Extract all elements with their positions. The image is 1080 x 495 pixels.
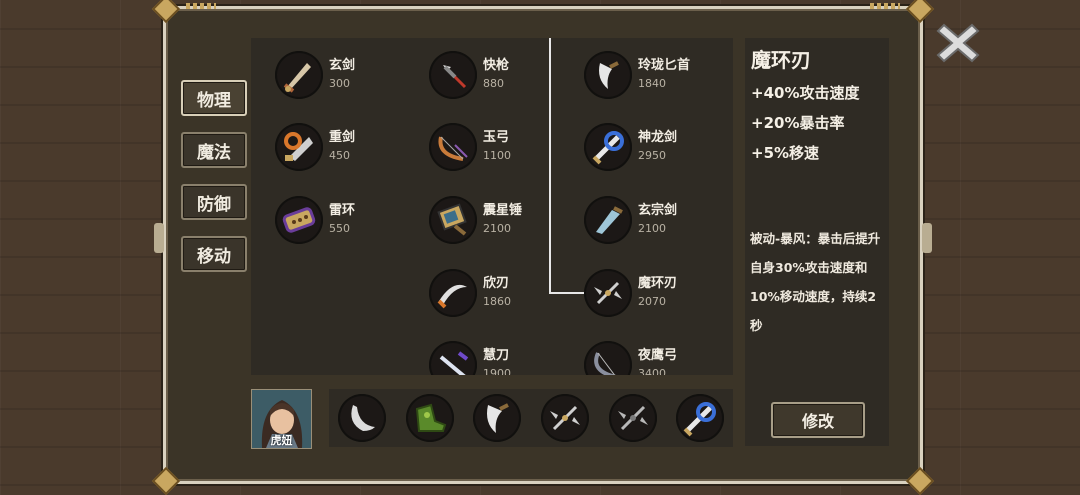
equip-slot[interactable] — [338, 394, 386, 442]
heavy-sword-icon — [275, 123, 323, 171]
item-name: 雷环 — [329, 203, 356, 218]
item-card[interactable]: 重剑 450 — [275, 121, 355, 173]
item-card[interactable]: 欣刃 1860 — [429, 267, 511, 319]
item-name: 欣刃 — [483, 276, 510, 291]
item-card[interactable]: 魔环刃 2070 — [584, 267, 677, 319]
upgrade-tree-line — [549, 292, 585, 294]
hammer-icon — [429, 196, 477, 244]
equipped-items-bar — [329, 389, 733, 447]
hero-portrait[interactable]: 虎妞 — [251, 389, 312, 449]
green-boots-icon — [415, 403, 447, 432]
item-price: 3400 — [638, 367, 666, 375]
item-price: 880 — [483, 77, 504, 90]
detail-title: 魔环刃 — [751, 48, 811, 72]
broad-sword-icon — [584, 196, 632, 244]
item-name: 玲珑匕首 — [638, 58, 691, 73]
item-price: 1100 — [483, 149, 511, 162]
item-price: 1860 — [483, 295, 511, 308]
scythe-blade-icon — [351, 405, 375, 431]
item-name: 快枪 — [483, 58, 510, 73]
detail-stat: +20%暴击率 — [751, 114, 845, 132]
tab-defense[interactable]: 防御 — [181, 184, 247, 220]
hero-name: 虎妞 — [270, 434, 293, 447]
item-name: 魔环刃 — [638, 276, 678, 291]
item-grid: 玄剑 300 重剑 450 雷环 550 快枪 880 玉弓 1100 震星锤 2100 — [251, 38, 733, 375]
dagger-icon — [584, 51, 632, 99]
item-name: 震星锤 — [483, 203, 523, 218]
dragon-sword-icon — [584, 123, 632, 171]
item-name: 玄宗剑 — [638, 203, 678, 218]
item-name: 神龙剑 — [638, 130, 678, 145]
sword-icon — [275, 51, 323, 99]
item-price: 2070 — [638, 295, 666, 308]
item-detail-panel: 魔环刃 +40%攻击速度 +20%暴击率 +5%移速 被动-暴风：暴击后提升自身… — [745, 38, 889, 446]
item-card[interactable]: 玲珑匕首 1840 — [584, 49, 690, 101]
equip-slot[interactable] — [473, 394, 521, 442]
equip-slot[interactable] — [406, 394, 454, 442]
detail-stat: +40%攻击速度 — [751, 84, 860, 102]
detail-stat: +5%移速 — [751, 144, 820, 162]
frame-side-ornament — [922, 223, 932, 253]
item-card[interactable]: 玄剑 300 — [275, 49, 355, 101]
upgrade-tree-line — [549, 38, 551, 294]
item-card[interactable]: 夜鹰弓 3400 — [584, 339, 677, 375]
detail-passive-text: 被动-暴风：暴击后提升自身30%攻击速度和10%移动速度，持续2秒 — [750, 231, 881, 333]
frame-corner-ornament — [151, 466, 181, 495]
close-icon — [936, 23, 980, 63]
close-button[interactable] — [935, 20, 981, 66]
frame-corner-ornament — [905, 0, 935, 24]
item-name: 慧刀 — [483, 348, 510, 363]
tab-physical[interactable]: 物理 — [181, 80, 247, 116]
tab-magic[interactable]: 魔法 — [181, 132, 247, 168]
item-card[interactable]: 神龙剑 2950 — [584, 121, 677, 173]
item-price: 2950 — [638, 149, 666, 162]
item-price: 550 — [329, 222, 350, 235]
frame-top-ornament — [186, 3, 216, 9]
item-card[interactable]: 震星锤 2100 — [429, 194, 522, 246]
katana-icon — [429, 341, 477, 375]
category-tabs: 物理 魔法 防御 移动 — [181, 80, 247, 288]
dragon-sword-icon — [683, 402, 716, 437]
item-price: 300 — [329, 77, 350, 90]
equip-slot[interactable] — [676, 394, 724, 442]
item-price: 1900 — [483, 367, 511, 375]
thunder-ring-icon — [275, 196, 323, 244]
equip-slot[interactable] — [541, 394, 589, 442]
equip-slot[interactable] — [609, 394, 657, 442]
item-card[interactable]: 慧刀 1900 — [429, 339, 511, 375]
item-price: 450 — [329, 149, 350, 162]
frame-side-ornament — [154, 223, 164, 253]
ring-blade-icon — [550, 405, 580, 431]
item-card[interactable]: 玄宗剑 2100 — [584, 194, 677, 246]
item-name: 玉弓 — [483, 130, 510, 145]
item-price: 1840 — [638, 77, 666, 90]
item-name: 重剑 — [329, 130, 356, 145]
night-bow-icon — [584, 341, 632, 375]
frame-corner-ornament — [151, 0, 181, 24]
tab-movement[interactable]: 移动 — [181, 236, 247, 272]
modify-button[interactable]: 修改 — [771, 402, 865, 438]
dagger-icon — [487, 403, 509, 433]
item-card[interactable]: 雷环 550 — [275, 194, 355, 246]
item-card[interactable]: 快枪 880 — [429, 49, 509, 101]
frame-corner-ornament — [905, 466, 935, 495]
jade-bow-icon — [429, 123, 477, 171]
item-price: 2100 — [483, 222, 511, 235]
curved-blade-icon — [429, 269, 477, 317]
item-price: 2100 — [638, 222, 666, 235]
frame-top-ornament — [870, 3, 900, 9]
ring-blade-icon — [584, 269, 632, 317]
ring-blade-icon — [618, 405, 648, 431]
spear-icon — [429, 51, 477, 99]
item-card[interactable]: 玉弓 1100 — [429, 121, 511, 173]
item-name: 玄剑 — [329, 58, 356, 73]
item-name: 夜鹰弓 — [638, 348, 678, 363]
